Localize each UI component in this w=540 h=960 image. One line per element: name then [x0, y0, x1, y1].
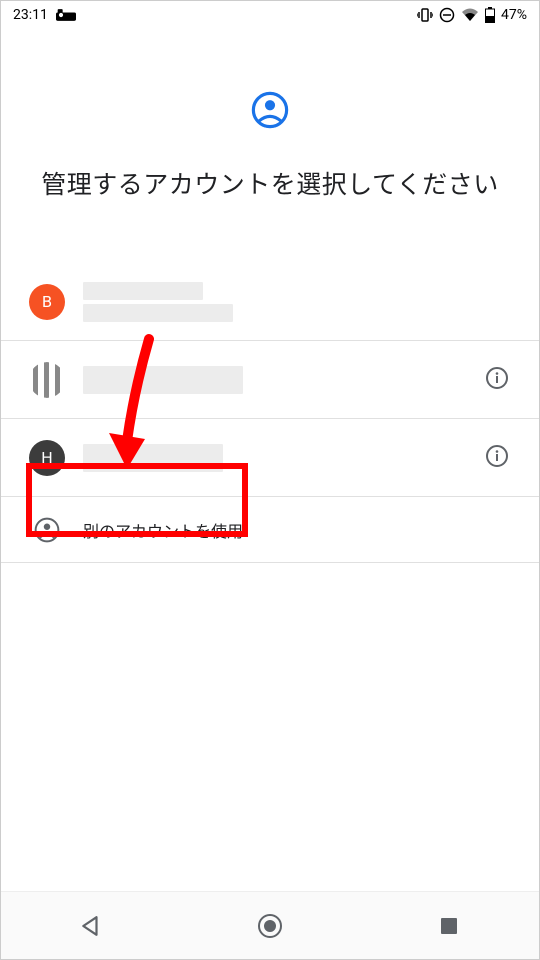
account-row[interactable]: B: [1, 263, 539, 341]
account-row[interactable]: H: [1, 419, 539, 497]
account-info-redacted: [83, 444, 223, 472]
navigation-bar: [1, 891, 539, 959]
account-info-redacted: [83, 282, 233, 322]
account-row[interactable]: [1, 341, 539, 419]
use-another-account-label: 別のアカウントを使用: [83, 518, 243, 542]
account-info-redacted: [83, 366, 243, 394]
avatar: [29, 362, 65, 398]
nav-back-button[interactable]: [51, 906, 131, 946]
wifi-icon: [461, 8, 479, 22]
dnd-icon: [439, 7, 455, 23]
header-account-icon: [1, 91, 539, 129]
bedtime-icon: [56, 8, 76, 22]
status-time: 23:11: [13, 7, 48, 23]
status-bar: 23:11: [1, 1, 539, 29]
nav-recent-button[interactable]: [409, 906, 489, 946]
use-another-account-row[interactable]: 別のアカウントを使用: [1, 497, 539, 563]
battery-icon: [485, 7, 495, 23]
avatar: H: [29, 440, 65, 476]
vibrate-icon: [417, 7, 433, 23]
info-icon[interactable]: [485, 444, 509, 472]
account-add-icon: [29, 512, 65, 548]
avatar: B: [29, 284, 65, 320]
info-icon[interactable]: [485, 366, 509, 394]
battery-percent: 47%: [501, 7, 527, 23]
nav-home-button[interactable]: [230, 906, 310, 946]
page-title: 管理するアカウントを選択してください: [1, 165, 539, 201]
account-list: B: [1, 263, 539, 563]
